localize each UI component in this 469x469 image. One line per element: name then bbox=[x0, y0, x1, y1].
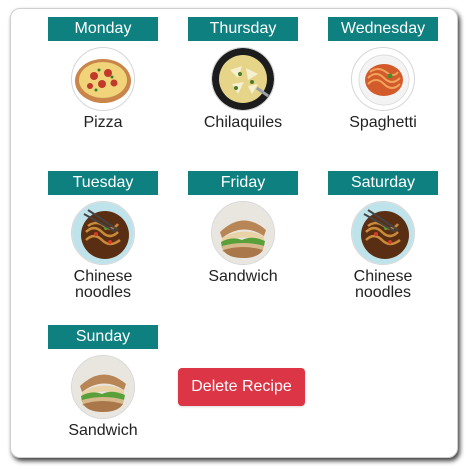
day-cell-wednesday: Wednesday Spaghetti bbox=[328, 17, 438, 131]
food-name: Chilaquiles bbox=[203, 114, 283, 131]
food-name: Sandwich bbox=[208, 268, 278, 285]
chilaquiles-icon[interactable] bbox=[211, 47, 275, 111]
day-label: Thursday bbox=[188, 17, 298, 41]
delete-recipe-button[interactable]: Delete Recipe bbox=[178, 368, 305, 406]
noodles-icon[interactable] bbox=[351, 201, 415, 265]
food-name: Chinese noodles bbox=[353, 268, 413, 301]
spaghetti-icon[interactable] bbox=[351, 47, 415, 111]
day-cell-thursday: Thursday Chilaquiles bbox=[188, 17, 298, 131]
day-label: Wednesday bbox=[328, 17, 438, 41]
food-name: Pizza bbox=[83, 114, 123, 131]
noodles-icon[interactable] bbox=[71, 201, 135, 265]
food-name: Chinese noodles bbox=[73, 268, 133, 301]
day-cell-monday: Monday Pizza bbox=[48, 17, 158, 131]
pizza-icon[interactable] bbox=[71, 47, 135, 111]
day-label: Sunday bbox=[48, 325, 158, 349]
day-label: Friday bbox=[188, 171, 298, 195]
food-name: Sandwich bbox=[68, 422, 138, 439]
food-name: Spaghetti bbox=[349, 114, 417, 131]
day-label: Saturday bbox=[328, 171, 438, 195]
day-cell-tuesday: Tuesday Chinese noodles bbox=[48, 171, 158, 301]
day-cell-friday: Friday Sandwich bbox=[188, 171, 298, 285]
day-cell-saturday: Saturday Chinese noodles bbox=[328, 171, 438, 301]
day-label: Monday bbox=[48, 17, 158, 41]
sandwich-icon[interactable] bbox=[211, 201, 275, 265]
day-label: Tuesday bbox=[48, 171, 158, 195]
sandwich-icon[interactable] bbox=[71, 355, 135, 419]
day-cell-sunday: Sunday Sandwich bbox=[48, 325, 158, 439]
